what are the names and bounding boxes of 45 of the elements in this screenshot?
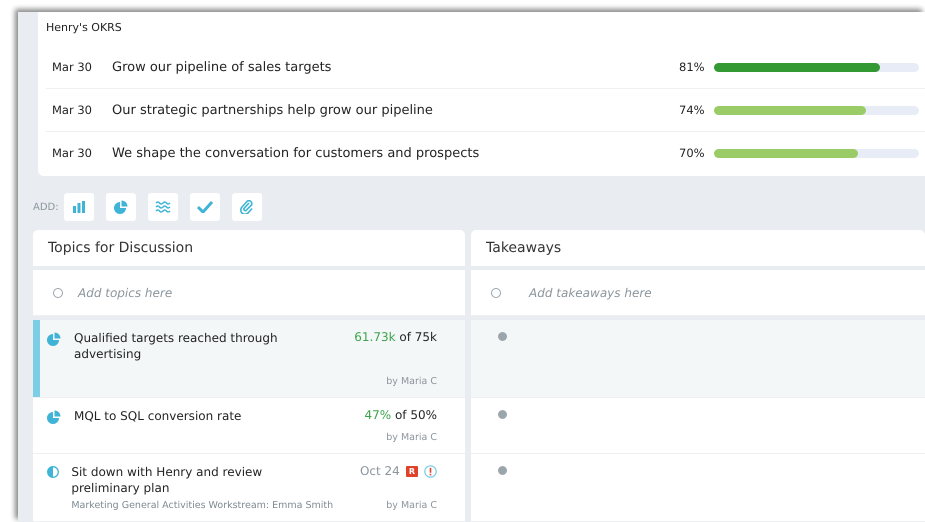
due-date: Mar 30 [52, 60, 93, 74]
add-waves-button[interactable] [148, 193, 178, 221]
due-date: Mar 30 [52, 103, 93, 117]
section-title: Henry's OKRS [46, 21, 122, 36]
bullet-icon [498, 332, 507, 341]
add-checkmark-button[interactable] [190, 193, 220, 221]
metric-value: 61.73k of 75k [354, 330, 437, 344]
pie-chart-icon [47, 332, 61, 346]
alert-icon [424, 464, 437, 478]
pie-chart-icon [47, 410, 61, 424]
objective-title[interactable]: Our strategic partnerships help grow our pipeline [112, 102, 679, 118]
column-title: Topics for Discussion [48, 240, 194, 256]
column-title: Takeaways [486, 240, 562, 256]
topic-title: MQL to SQL conversion rate [74, 408, 242, 424]
author-label: by Maria C [386, 432, 437, 443]
add-paperclip-button[interactable] [232, 193, 262, 221]
metric-value: 47% of 50% [364, 408, 437, 422]
pie-chart-icon [114, 200, 128, 214]
empty-bullet-icon [53, 288, 63, 298]
workstream-label: Marketing General Activities Workstream: Emma Smith [71, 500, 334, 511]
bar-chart-icon [72, 201, 86, 213]
percent-label: 81% [679, 60, 706, 74]
paperclip-icon [240, 200, 254, 214]
empty-bullet-icon [491, 288, 501, 298]
author-label: by Maria C [386, 500, 437, 511]
bullet-icon [498, 466, 507, 475]
status-badge: R [406, 466, 418, 476]
half-circle-icon [46, 466, 59, 478]
topic-row[interactable]: MQL to SQL conversion rate 47% of 50% by Maria C [33, 398, 465, 454]
percent-label: 70% [679, 146, 706, 160]
topic-title: Qualified targets reached through advertising [74, 330, 279, 362]
author-label: by Maria C [386, 376, 437, 387]
add-bar-chart-button[interactable] [64, 193, 94, 221]
due-date: Oct 24 [360, 464, 400, 478]
bullet-icon [498, 410, 507, 419]
percent-label: 74% [679, 103, 706, 117]
add-pie-chart-button[interactable] [106, 193, 136, 221]
checkmark-icon [196, 201, 213, 213]
waves-icon [154, 201, 171, 213]
topic-row[interactable]: Sit down with Henry and review preliminary plan Marketing General Activities Workstream: Emma Smith Oct 24 R by Maria C [33, 454, 465, 522]
due-date: Mar 30 [52, 146, 93, 160]
topic-title: Sit down with Henry and review preliminary plan [71, 464, 264, 496]
objective-title[interactable]: Grow our pipeline of sales targets [112, 60, 679, 74]
add-label: ADD: [33, 202, 59, 212]
objective-title[interactable]: We shape the conversation for customers and prospects [112, 146, 679, 160]
